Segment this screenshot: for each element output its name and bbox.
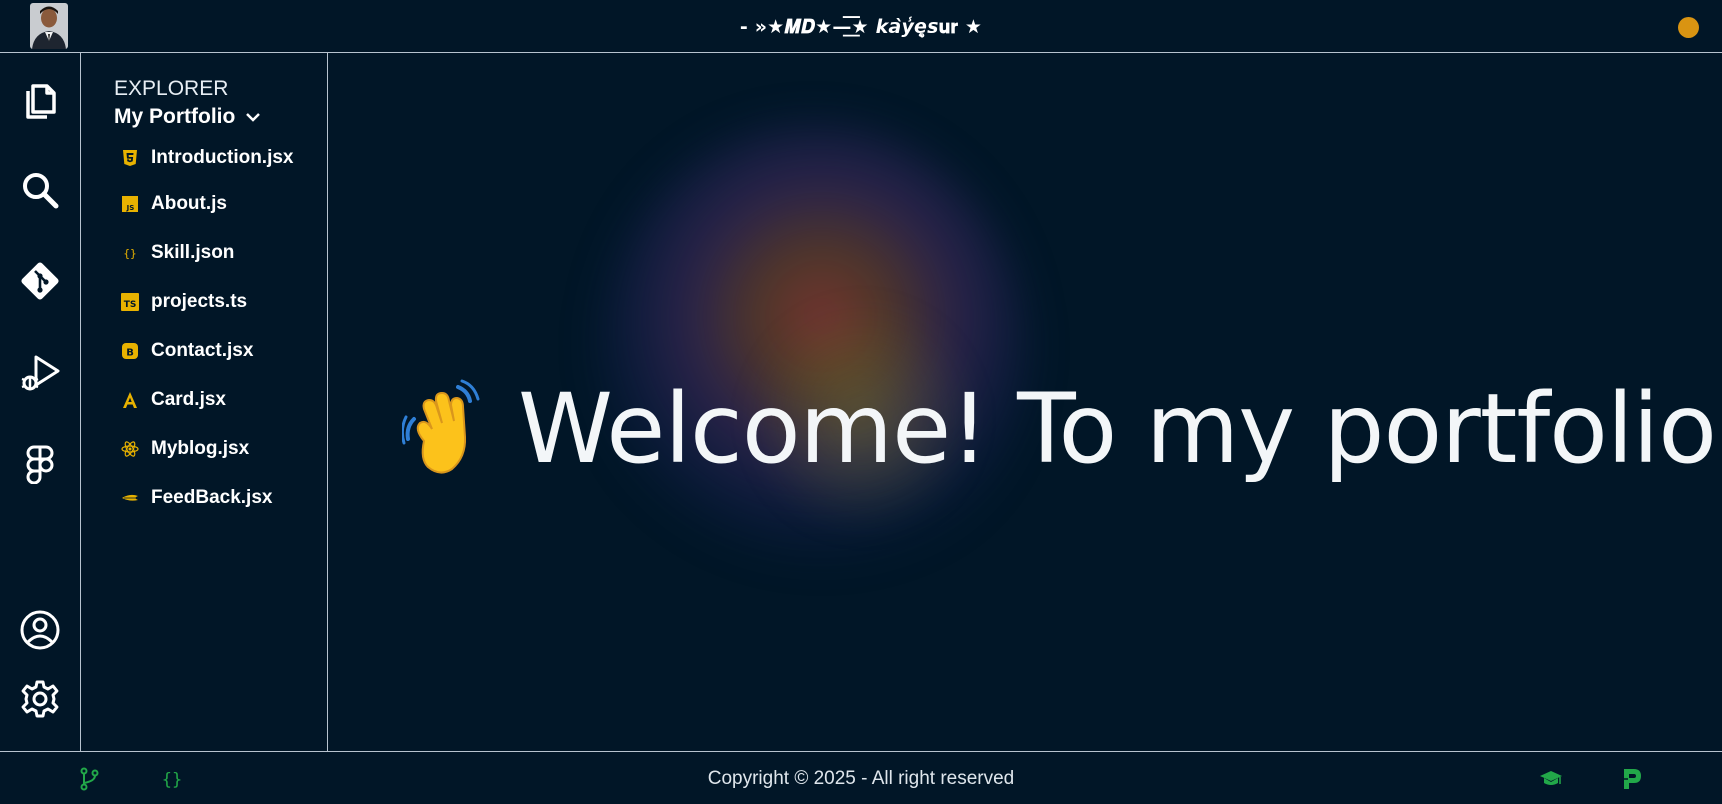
site-title: - »★𝑴𝑫★—͟͞͞★ 𝙠𝙖̀𝙮̾𝙚̨̥𝙨𝐮𝐫 ★ bbox=[739, 16, 983, 38]
file-list: Introduction.jsx JS About.js {} Skill.js… bbox=[121, 137, 294, 522]
file-label: Card.jsx bbox=[151, 388, 226, 410]
ts-icon: TS bbox=[121, 292, 139, 311]
status-indicator[interactable] bbox=[1678, 17, 1699, 38]
svg-text:{}: {} bbox=[123, 247, 136, 260]
file-item-feedback[interactable]: FeedBack.jsx bbox=[121, 473, 294, 522]
svg-text:JS: JS bbox=[126, 204, 135, 212]
figma-icon[interactable] bbox=[18, 441, 62, 485]
copyright-text: Copyright © 2025 - All right reserved bbox=[707, 768, 1015, 789]
file-label: Myblog.jsx bbox=[151, 437, 250, 459]
svg-text:B: B bbox=[126, 347, 134, 358]
js-icon: JS bbox=[121, 195, 139, 213]
chevron-down-icon bbox=[246, 113, 261, 122]
activity-bar bbox=[0, 53, 81, 751]
html5-icon bbox=[121, 149, 139, 167]
file-label: Contact.jsx bbox=[151, 339, 254, 361]
app-window: - »★𝑴𝑫★—͟͞͞★ 𝙠𝙖̀𝙮̾𝙚̨̥𝙨𝐮𝐫 ★ EXPLORER My P… bbox=[0, 0, 1722, 804]
svg-text:TS: TS bbox=[124, 300, 137, 310]
file-label: Introduction.jsx bbox=[151, 147, 294, 168]
search-icon[interactable] bbox=[18, 168, 62, 212]
json-icon: {} bbox=[121, 244, 139, 262]
git-icon[interactable] bbox=[18, 259, 62, 303]
react-icon bbox=[121, 440, 139, 458]
explorer-panel: EXPLORER My Portfolio Introduction.jsx J… bbox=[81, 53, 328, 751]
file-label: FeedBack.jsx bbox=[151, 486, 273, 508]
top-bar: - »★𝑴𝑫★—͟͞͞★ 𝙠𝙖̀𝙮̾𝙚̨̥𝙨𝐮𝐫 ★ bbox=[0, 0, 1722, 53]
file-item-projects[interactable]: TS projects.ts bbox=[121, 277, 294, 326]
file-item-introduction[interactable]: Introduction.jsx bbox=[121, 137, 294, 179]
file-item-card[interactable]: Card.jsx bbox=[121, 375, 294, 424]
explorer-title: EXPLORER bbox=[114, 77, 229, 100]
files-icon[interactable] bbox=[18, 77, 62, 121]
project-name-label: My Portfolio bbox=[114, 105, 236, 128]
project-folder[interactable]: My Portfolio bbox=[114, 105, 261, 129]
p-logo-icon[interactable] bbox=[1620, 767, 1644, 791]
file-item-contact[interactable]: B Contact.jsx bbox=[121, 326, 294, 375]
angular-icon bbox=[121, 391, 139, 409]
file-label: About.js bbox=[151, 192, 227, 214]
account-icon[interactable] bbox=[18, 608, 62, 652]
run-debug-icon[interactable] bbox=[18, 351, 62, 395]
main-content: Welcome! To my portfolio bbox=[328, 53, 1722, 751]
welcome-banner: Welcome! To my portfolio bbox=[402, 373, 1717, 485]
settings-icon[interactable] bbox=[18, 677, 62, 721]
graduation-cap-icon[interactable] bbox=[1539, 767, 1563, 791]
status-bar: {} Copyright © 2025 - All right reserved bbox=[0, 751, 1722, 804]
file-item-myblog[interactable]: Myblog.jsx bbox=[121, 424, 294, 473]
feather-icon bbox=[121, 489, 139, 507]
welcome-heading: Welcome! To my portfolio bbox=[518, 373, 1717, 485]
file-label: projects.ts bbox=[151, 290, 248, 312]
file-item-skill[interactable]: {} Skill.json bbox=[121, 228, 294, 277]
waving-hand-icon bbox=[402, 379, 480, 474]
bootstrap-icon: B bbox=[121, 342, 139, 360]
file-item-about[interactable]: JS About.js bbox=[121, 179, 294, 228]
file-label: Skill.json bbox=[151, 241, 235, 263]
